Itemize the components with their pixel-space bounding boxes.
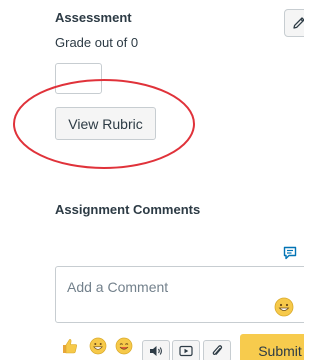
speaker-icon — [150, 346, 162, 356]
annotation-ellipse — [13, 79, 195, 169]
speedgrader-panel: Assessment Grade out of 0 View Rubric As… — [0, 0, 304, 360]
smiling-face-icon[interactable] — [115, 337, 133, 355]
grade-label: Grade out of 0 — [55, 35, 139, 50]
comments-heading: Assignment Comments — [55, 202, 201, 217]
smiley-emoji-icon[interactable] — [274, 297, 294, 317]
thumbs-up-icon[interactable] — [61, 337, 79, 355]
submit-button[interactable]: Submit — [240, 334, 304, 360]
edit-button[interactable] — [284, 9, 304, 37]
attach-file-button[interactable] — [203, 340, 231, 360]
audio-media-button[interactable] — [142, 340, 170, 360]
pencil-icon — [293, 17, 304, 29]
assessment-heading: Assessment — [55, 10, 132, 25]
grade-input[interactable] — [55, 63, 102, 94]
comment-textarea[interactable]: Add a Comment — [55, 266, 304, 323]
paperclip-icon — [212, 345, 223, 356]
video-icon — [179, 345, 193, 357]
video-media-button[interactable] — [172, 340, 200, 360]
comment-bubble-icon[interactable] — [283, 246, 297, 260]
view-rubric-button[interactable]: View Rubric — [55, 107, 156, 140]
grinning-face-icon[interactable] — [89, 337, 107, 355]
comment-placeholder: Add a Comment — [67, 279, 169, 295]
